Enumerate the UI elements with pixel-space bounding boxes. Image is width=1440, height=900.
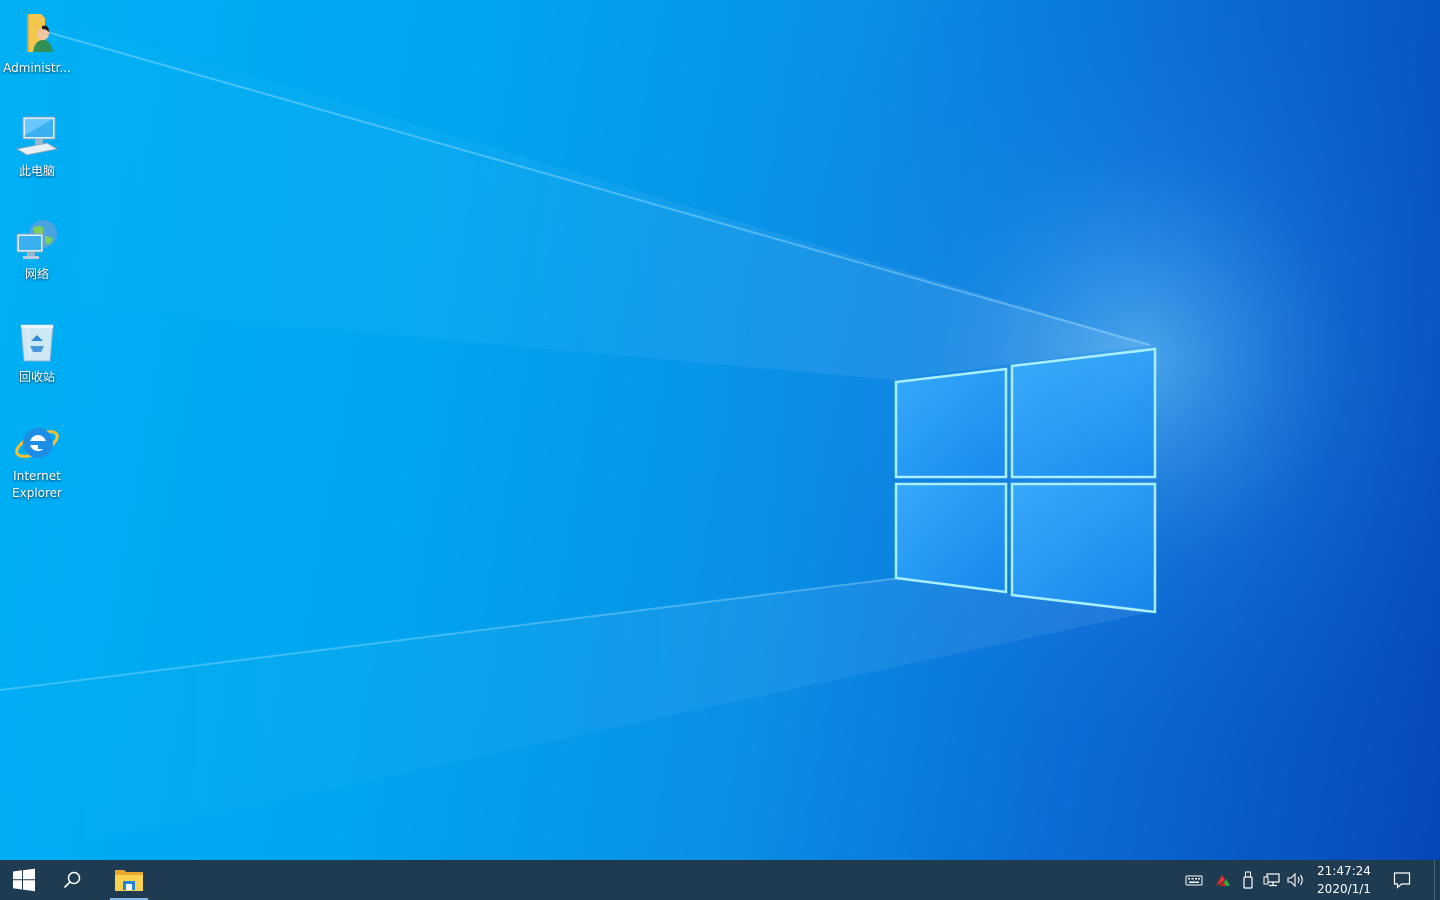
- keyboard-icon: [1185, 875, 1203, 886]
- tray-network[interactable]: [1262, 870, 1282, 890]
- show-desktop-button[interactable]: [1434, 860, 1440, 900]
- user-folder-icon: [13, 10, 61, 58]
- this-pc-icon: [13, 113, 61, 161]
- app-tray-icon: [1216, 875, 1230, 886]
- desktop-icon-user-folder[interactable]: Administr...: [0, 10, 74, 77]
- clock-date: 2020/1/1: [1317, 882, 1371, 896]
- desktop-icon-internet-explorer[interactable]: Internet Explorer: [0, 418, 74, 502]
- recycle-bin-icon: [13, 319, 61, 367]
- desktop-icon-label: 此电脑: [18, 164, 55, 178]
- network-status-icon: [1263, 873, 1280, 887]
- taskbar-file-explorer[interactable]: [104, 860, 154, 900]
- desktop-icon-recycle-bin[interactable]: 回收站: [0, 319, 74, 386]
- desktop-icon-this-pc[interactable]: 此电脑: [0, 113, 74, 180]
- desktop-icon-label: Internet Explorer: [12, 469, 62, 500]
- network-icon: [13, 216, 61, 264]
- search-button[interactable]: [48, 860, 96, 900]
- desktop-icon-label: 网络: [24, 267, 49, 281]
- usb-device-icon: [1243, 871, 1253, 889]
- tray-usb[interactable]: [1238, 870, 1258, 890]
- taskbar-clock[interactable]: 21:47:24 2020/1/1: [1312, 860, 1376, 900]
- internet-explorer-icon: [13, 418, 61, 466]
- file-explorer-icon: [115, 870, 143, 891]
- action-center-button[interactable]: [1384, 860, 1420, 900]
- search-icon: [63, 871, 81, 889]
- start-button[interactable]: [0, 860, 48, 900]
- clock-time: 21:47:24: [1317, 864, 1371, 878]
- volume-icon: [1287, 872, 1303, 888]
- tray-volume[interactable]: [1286, 870, 1306, 890]
- desktop[interactable]: Administr... 此电脑 网络 回收站 Internet Explore…: [0, 0, 1440, 860]
- tray-app[interactable]: [1213, 870, 1233, 890]
- desktop-icon-network[interactable]: 网络: [0, 216, 74, 283]
- wallpaper: [0, 0, 1440, 860]
- tray-keyboard[interactable]: [1184, 870, 1204, 890]
- desktop-icon-label: Administr...: [3, 61, 71, 75]
- taskbar: 21:47:24 2020/1/1: [0, 860, 1440, 900]
- desktop-icon-label: 回收站: [18, 370, 55, 384]
- windows-logo-icon: [13, 868, 35, 892]
- action-center-icon: [1393, 872, 1411, 889]
